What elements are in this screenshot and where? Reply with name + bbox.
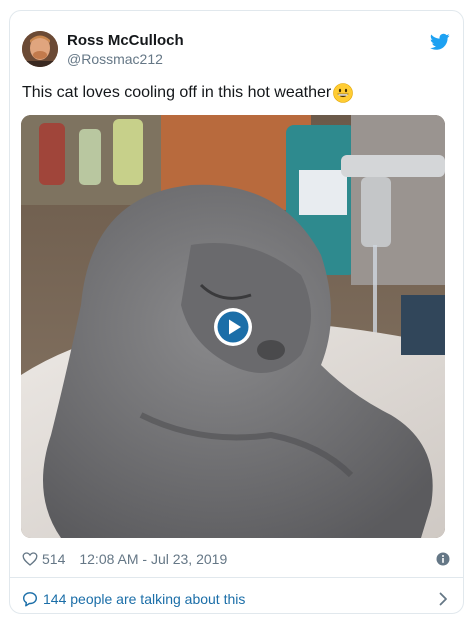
tweet-text-row: This cat loves cooling off in this hot w… xyxy=(22,83,354,103)
grinning-face-emoji xyxy=(333,83,354,103)
info-icon[interactable] xyxy=(436,552,450,566)
twitter-bird-icon[interactable] xyxy=(430,33,450,51)
play-icon[interactable] xyxy=(212,306,254,348)
conversation-link[interactable]: 144 people are talking about this xyxy=(22,588,452,610)
author-handle[interactable]: @Rossmac212 xyxy=(67,51,163,67)
like-button[interactable]: 514 xyxy=(22,551,65,567)
tweet-meta: 514 12:08 AM - Jul 23, 2019 xyxy=(22,549,452,569)
tweet-card: Ross McCulloch @Rossmac212 This cat love… xyxy=(9,10,464,614)
speech-bubble-icon xyxy=(23,592,37,607)
avatar[interactable] xyxy=(22,31,58,67)
timestamp[interactable]: 12:08 AM - Jul 23, 2019 xyxy=(79,551,227,567)
divider xyxy=(10,577,463,578)
heart-icon xyxy=(22,552,38,566)
author-name[interactable]: Ross McCulloch xyxy=(67,32,184,49)
tweet-text: This cat loves cooling off in this hot w… xyxy=(22,84,332,101)
conversation-text: 144 people are talking about this xyxy=(43,591,246,607)
tweet-header: Ross McCulloch @Rossmac212 xyxy=(22,31,452,71)
video-player[interactable] xyxy=(21,115,445,538)
like-count: 514 xyxy=(42,551,66,567)
chevron-right-icon[interactable] xyxy=(438,592,448,606)
